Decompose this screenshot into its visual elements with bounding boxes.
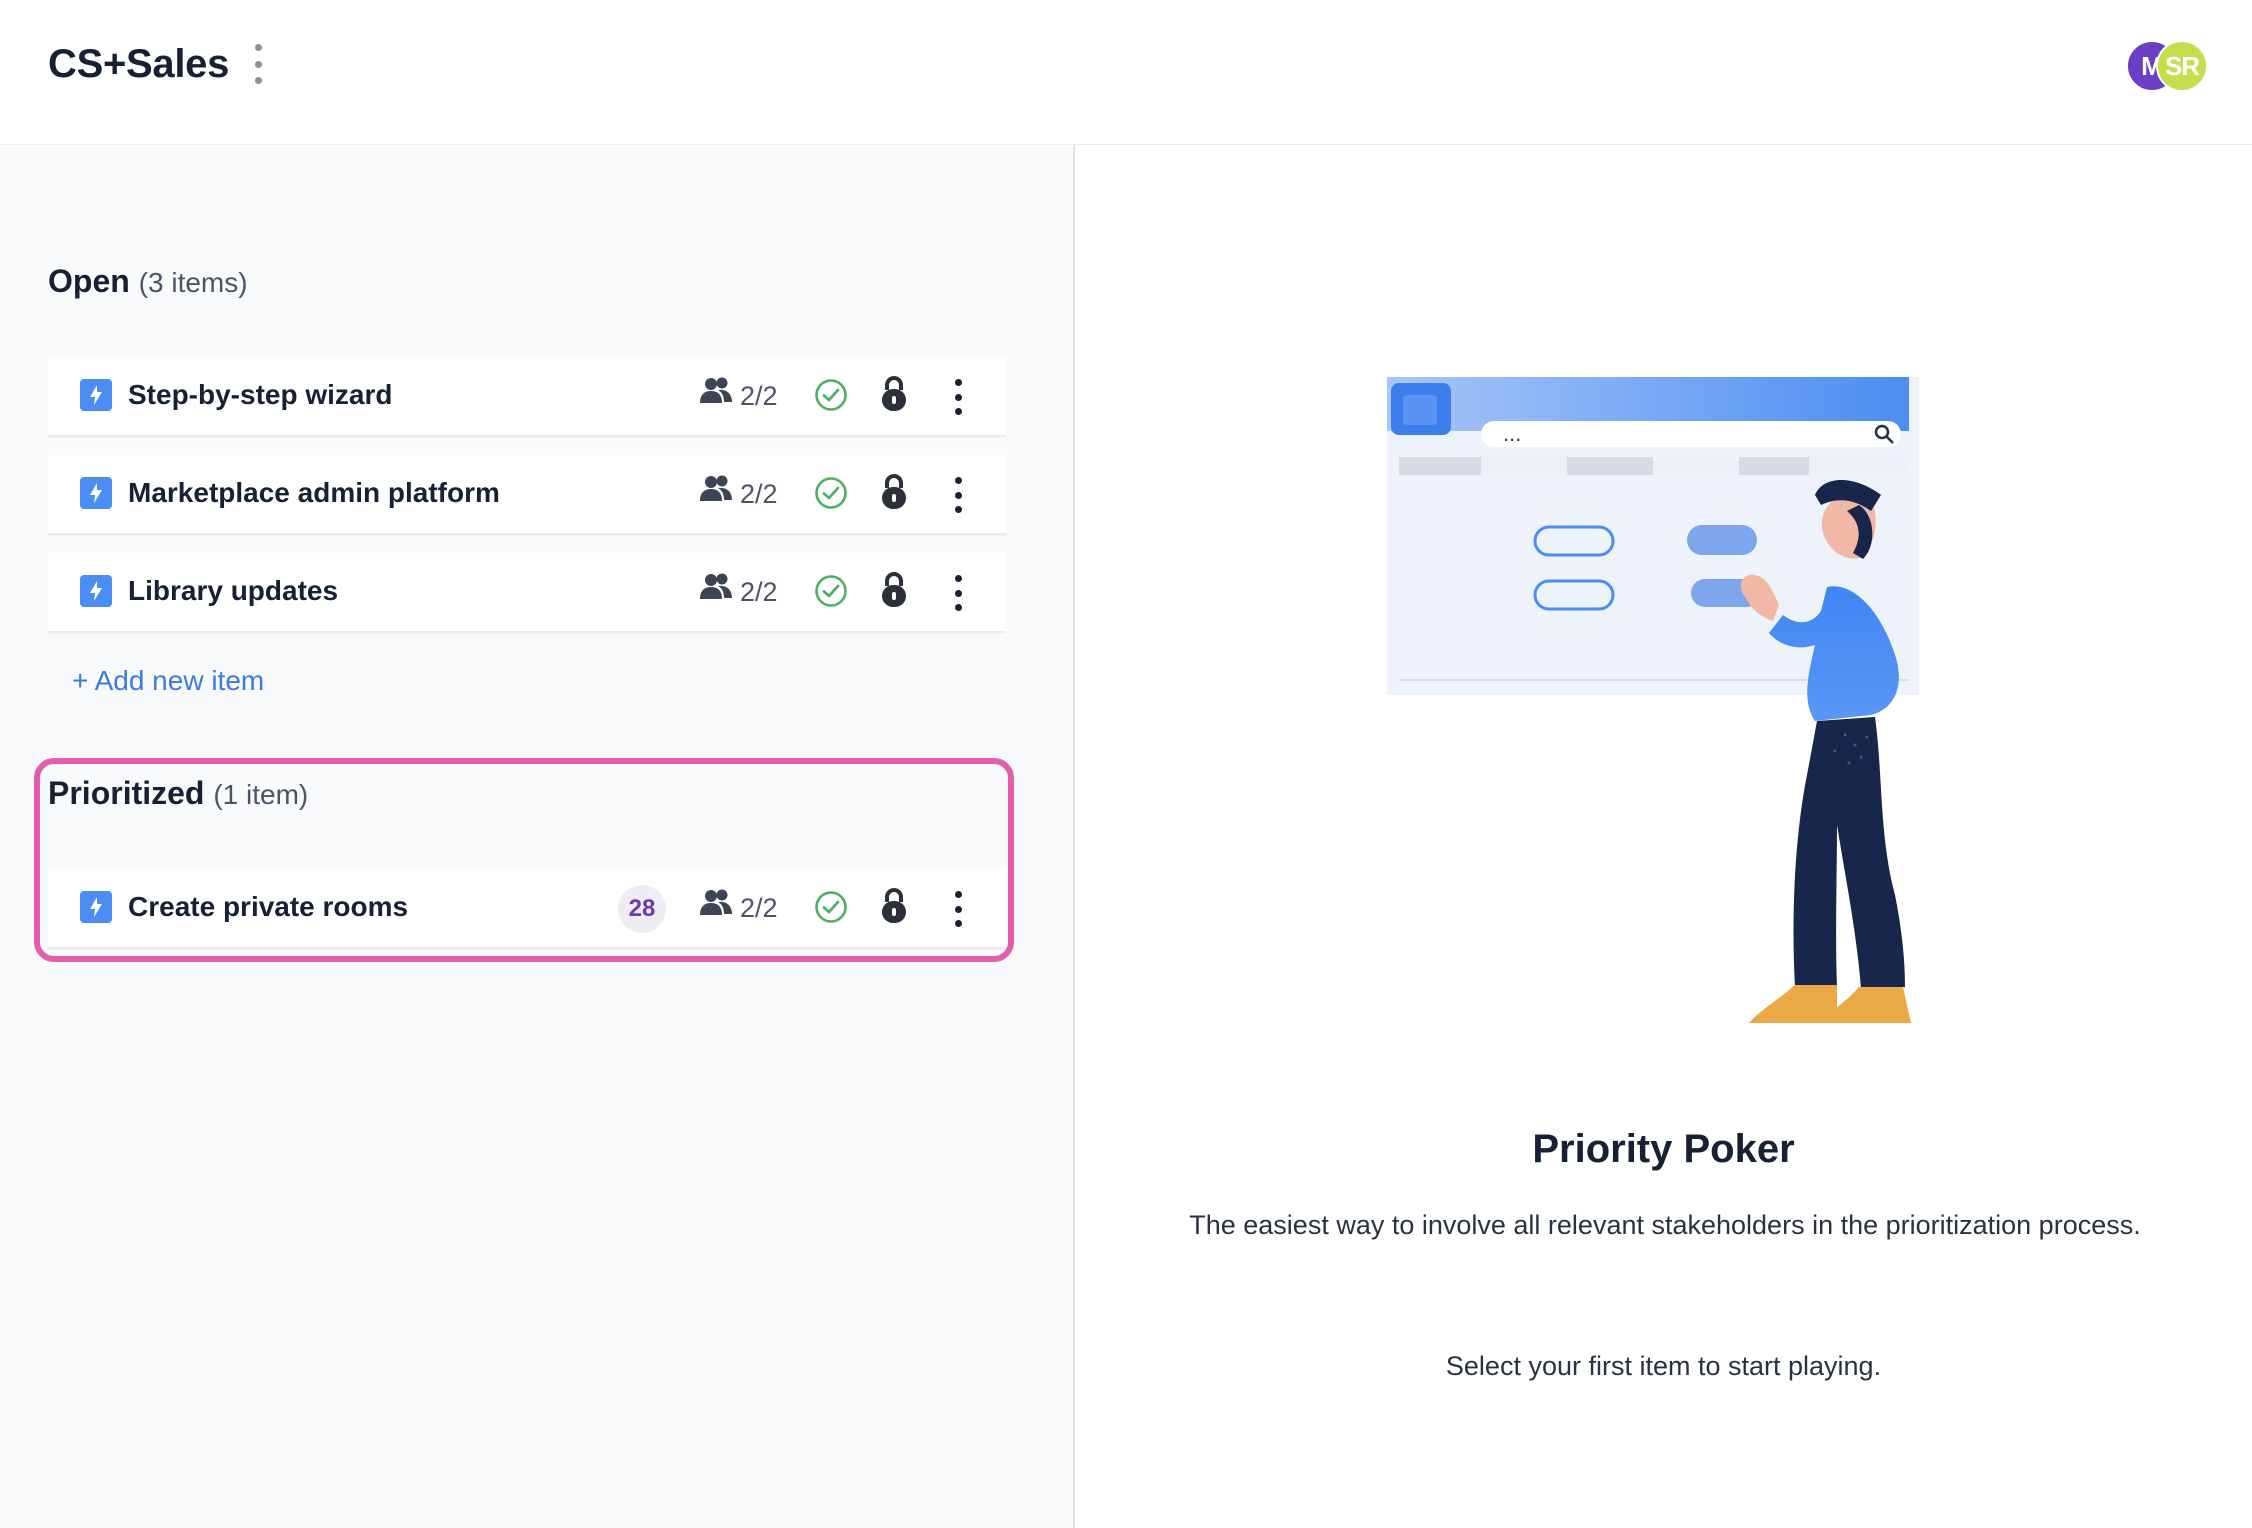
list-item[interactable]: Library updates 2/2 xyxy=(48,553,1006,633)
section-title-label: Open xyxy=(48,263,130,299)
lightning-icon xyxy=(80,891,112,923)
check-circle-icon[interactable] xyxy=(814,890,848,924)
item-label: Library updates xyxy=(128,575,339,606)
add-new-item-link[interactable]: + Add new item xyxy=(72,665,264,697)
list-item[interactable]: Marketplace admin platform 2/2 xyxy=(48,455,1006,535)
info-description: The easiest way to involve all relevant … xyxy=(1189,1210,2141,1240)
list-item[interactable]: Step-by-step wizard 2/2 xyxy=(48,357,1006,437)
lightning-icon xyxy=(80,575,112,607)
check-circle-icon[interactable] xyxy=(814,574,848,608)
items-panel: Open (3 items) Step-by-step wizard 2/2 M… xyxy=(0,145,1075,1528)
section-item-count: (1 item) xyxy=(213,779,309,810)
lightning-icon xyxy=(80,477,112,509)
top-header: CS+Sales M SR xyxy=(0,0,2252,145)
item-kebab-icon[interactable] xyxy=(950,891,966,927)
check-circle-icon[interactable] xyxy=(814,476,848,510)
open-section-title: Open (3 items) xyxy=(48,263,248,300)
voters-count: 2/2 xyxy=(740,577,778,607)
item-kebab-icon[interactable] xyxy=(950,379,966,415)
voters-count: 2/2 xyxy=(740,479,778,509)
illustration-dots: ... xyxy=(1503,421,1521,446)
check-circle-icon[interactable] xyxy=(814,378,848,412)
priority-poker-illustration: ... xyxy=(1387,377,1919,1023)
voters-icon xyxy=(700,889,732,915)
voters-icon xyxy=(700,377,732,403)
voters-count: 2/2 xyxy=(740,893,778,923)
voters-icon xyxy=(700,573,732,599)
lock-icon[interactable] xyxy=(880,375,908,413)
info-cta: Select your first item to start playing. xyxy=(1445,1351,1882,1381)
lock-icon[interactable] xyxy=(880,887,908,925)
lock-icon[interactable] xyxy=(880,571,908,609)
prioritized-section-title: Prioritized (1 item) xyxy=(48,775,308,812)
list-item[interactable]: Create private rooms 28 2/2 xyxy=(48,869,1006,949)
item-kebab-icon[interactable] xyxy=(950,575,966,611)
voters-icon xyxy=(700,475,732,501)
score-badge: 28 xyxy=(618,885,666,933)
voters-count: 2/2 xyxy=(740,381,778,411)
avatar[interactable]: SR xyxy=(2156,40,2208,92)
app-page: CS+Sales M SR Open (3 items) Step-by-ste… xyxy=(0,0,2252,1528)
board-menu-kebab-icon[interactable] xyxy=(246,44,270,84)
item-kebab-icon[interactable] xyxy=(950,477,966,513)
section-item-count: (3 items) xyxy=(138,267,248,298)
info-title: Priority Poker xyxy=(1532,1127,1795,1171)
section-title-label: Prioritized xyxy=(48,775,205,811)
item-label: Step-by-step wizard xyxy=(128,379,393,410)
board-title: CS+Sales xyxy=(48,42,230,86)
info-panel: ... Priority Poker The easiest way to in… xyxy=(1075,145,2252,1528)
participant-avatars[interactable]: M SR xyxy=(2126,40,2208,92)
item-label: Marketplace admin platform xyxy=(128,477,500,508)
item-label: Create private rooms xyxy=(128,891,409,922)
lightning-icon xyxy=(80,379,112,411)
lock-icon[interactable] xyxy=(880,473,908,511)
